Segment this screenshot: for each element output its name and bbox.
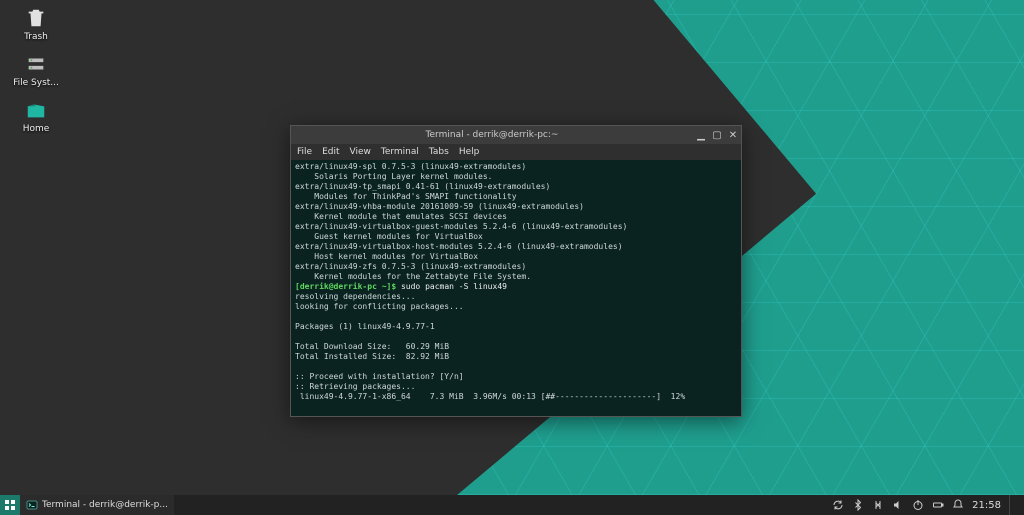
bluetooth-icon[interactable]: [852, 499, 864, 511]
window-title: Terminal - derrik@derrik-pc:~: [291, 130, 693, 140]
show-desktop-button[interactable]: [1009, 495, 1018, 515]
volume-icon[interactable]: [892, 499, 904, 511]
updates-icon[interactable]: [832, 499, 844, 511]
filesystem-icon: [22, 52, 50, 76]
desktop-icon-label: Trash: [24, 32, 48, 42]
terminal-window: Terminal - derrik@derrik-pc:~ ▁ ▢ ✕ File…: [290, 125, 742, 417]
terminal-icon: [26, 499, 38, 511]
menu-help[interactable]: Help: [459, 147, 480, 157]
start-menu-button[interactable]: [0, 495, 20, 515]
terminal-output[interactable]: extra/linux49-spl 0.7.5-3 (linux49-extra…: [291, 160, 741, 416]
taskbar-item-label: Terminal - derrik@derrik-p...: [42, 500, 168, 510]
menu-edit[interactable]: Edit: [322, 147, 339, 157]
desktop-icon-trash[interactable]: Trash: [6, 6, 66, 42]
window-maximize-button[interactable]: ▢: [709, 130, 725, 141]
menu-terminal[interactable]: Terminal: [381, 147, 419, 157]
window-close-button[interactable]: ✕: [725, 130, 741, 141]
window-titlebar[interactable]: Terminal - derrik@derrik-pc:~ ▁ ▢ ✕: [291, 126, 741, 144]
window-menubar: File Edit View Terminal Tabs Help: [291, 144, 741, 160]
desktop-icon-label: Home: [23, 124, 50, 134]
home-icon: [22, 98, 50, 122]
system-tray: 21:58: [832, 495, 1024, 515]
window-minimize-button[interactable]: ▁: [693, 130, 709, 141]
desktop-icon-filesystem[interactable]: File Syst...: [6, 52, 66, 88]
desktop-icons: Trash File Syst... Home: [6, 6, 66, 144]
network-icon[interactable]: [872, 499, 884, 511]
taskbar-item-terminal[interactable]: Terminal - derrik@derrik-p...: [20, 495, 174, 515]
menu-file[interactable]: File: [297, 147, 312, 157]
taskbar: Terminal - derrik@derrik-p... 21:58: [0, 495, 1024, 515]
desktop-icon-home[interactable]: Home: [6, 98, 66, 134]
menu-tabs[interactable]: Tabs: [429, 147, 449, 157]
desktop-icon-label: File Syst...: [13, 78, 59, 88]
notifications-icon[interactable]: [952, 499, 964, 511]
desktop: Trash File Syst... Home Terminal - derri…: [0, 0, 1024, 495]
menu-view[interactable]: View: [350, 147, 371, 157]
battery-icon[interactable]: [932, 499, 944, 511]
trash-icon: [22, 6, 50, 30]
clock[interactable]: 21:58: [972, 500, 1001, 511]
power-icon[interactable]: [912, 499, 924, 511]
